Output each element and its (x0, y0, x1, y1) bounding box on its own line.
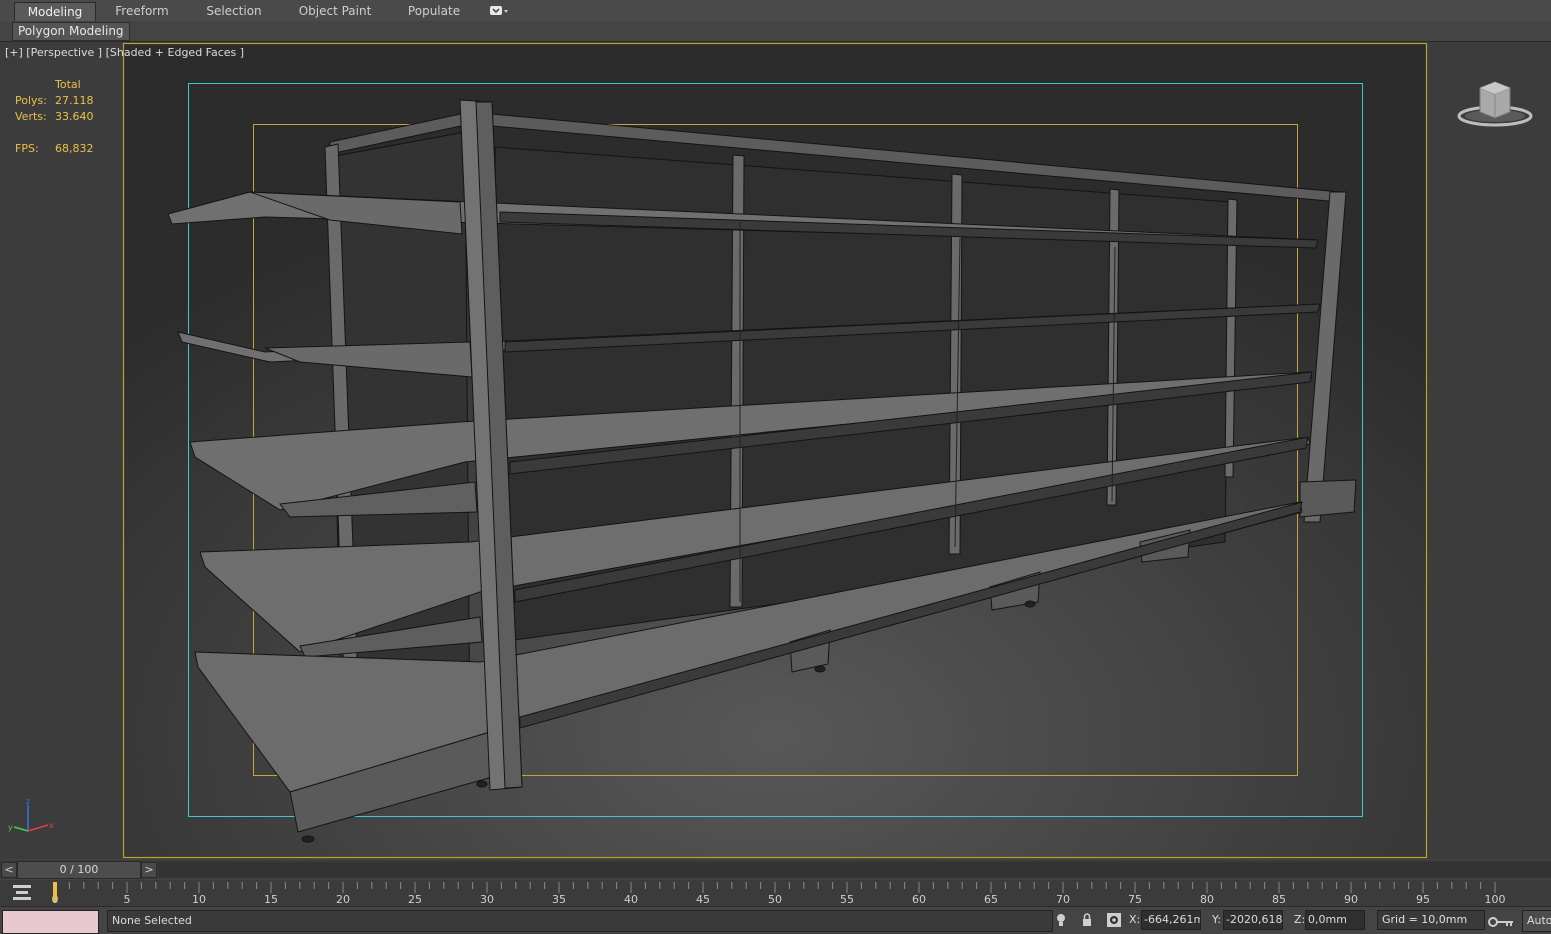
trackbar-tick-label: 65 (984, 893, 998, 906)
auto-key-button[interactable]: Auto (1522, 910, 1551, 932)
trackbar-tick-label: 50 (768, 893, 782, 906)
status-bar: None Selected X: -664,261mm Y: -2020,618… (0, 906, 1551, 934)
time-slider-track[interactable] (158, 862, 1551, 877)
viewport-label[interactable]: [+] [Perspective ] [Shaded + Edged Faces… (5, 46, 244, 59)
stats-verts-value: 33.640 (55, 110, 94, 123)
time-slider[interactable]: < 0 / 100 > (0, 860, 1551, 879)
time-next-button[interactable]: > (141, 862, 157, 878)
tab-freeform[interactable]: Freeform (103, 2, 181, 20)
current-frame-marker[interactable] (53, 882, 57, 902)
trackbar-tick-label: 90 (1344, 893, 1358, 906)
filter-keys-icon[interactable] (11, 883, 33, 903)
trackbar-tick-label: 80 (1200, 893, 1214, 906)
trackbar-tick-label: 35 (552, 893, 566, 906)
trackbar-tick-label: 10 (192, 893, 206, 906)
tab-populate[interactable]: Populate (401, 2, 467, 20)
set-key-icon[interactable] (1487, 915, 1515, 929)
trackbar-tick-label: 95 (1416, 893, 1430, 906)
tab-modeling[interactable]: Modeling (14, 2, 96, 21)
axis-tripod-icon: z x y (8, 797, 54, 832)
stats-polys-label: Polys: (15, 94, 47, 107)
lock-icon[interactable] (1081, 912, 1093, 928)
x-label: X: (1129, 913, 1141, 926)
svg-text:z: z (26, 797, 30, 806)
trackbar-tick-label: 70 (1056, 893, 1070, 906)
ribbon-tab-bar: Modeling Freeform Selection Object Paint… (0, 0, 1551, 22)
scene-render (0, 42, 1551, 859)
trackbar[interactable]: 0510152025303540455055606570758085909510… (0, 880, 1551, 906)
time-slider-thumb[interactable]: 0 / 100 (17, 861, 141, 879)
trackbar-tick-label: 100 (1485, 893, 1506, 906)
transform-mode-icon[interactable] (1106, 912, 1122, 928)
time-prev-button[interactable]: < (1, 862, 17, 878)
stats-verts-label: Verts: (15, 110, 47, 123)
selection-status: None Selected (107, 910, 1053, 932)
x-coordinate-field[interactable]: -664,261mm (1141, 910, 1201, 930)
svg-text:y: y (8, 823, 13, 832)
tab-selection[interactable]: Selection (196, 2, 272, 20)
viewcube-icon[interactable] (1455, 74, 1535, 134)
perspective-viewport[interactable]: [+] [Perspective ] [Shaded + Edged Faces… (0, 42, 1551, 859)
stats-polys-value: 27.118 (55, 94, 94, 107)
svg-text:x: x (49, 821, 54, 830)
grid-spacing: Grid = 10,0mm (1377, 910, 1485, 930)
trackbar-tick-label: 40 (624, 893, 638, 906)
trackbar-tick-label: 5 (124, 893, 131, 906)
trackbar-tick-label: 45 (696, 893, 710, 906)
tab-object-paint[interactable]: Object Paint (292, 2, 378, 20)
trackbar-tick-label: 55 (840, 893, 854, 906)
ribbon-panel-bar (0, 21, 1551, 41)
trackbar-tick-label: 60 (912, 893, 926, 906)
stats-fps-value: 68,832 (55, 142, 94, 155)
isolate-bulb-icon[interactable] (1055, 912, 1067, 928)
trackbar-tick-label: 85 (1272, 893, 1286, 906)
trackbar-ruler[interactable]: 0510152025303540455055606570758085909510… (40, 880, 1551, 906)
z-label: Z: (1294, 913, 1306, 926)
trackbar-tick-label: 15 (264, 893, 278, 906)
trackbar-tick-label: 25 (408, 893, 422, 906)
trackbar-tick-label: 20 (336, 893, 350, 906)
trackbar-tick-label: 75 (1128, 893, 1142, 906)
trackbar-tick-label: 30 (480, 893, 494, 906)
stats-header: Total (55, 78, 81, 91)
stats-fps-label: FPS: (15, 142, 39, 155)
ribbon-options-icon[interactable] (489, 5, 509, 17)
polygon-modeling-panel[interactable]: Polygon Modeling (12, 22, 130, 41)
z-coordinate-field[interactable]: 0,0mm (1305, 910, 1365, 930)
y-coordinate-field[interactable]: -2020,618mm (1223, 910, 1283, 930)
maxscript-listener-swatch[interactable] (2, 910, 99, 934)
y-label: Y: (1212, 913, 1221, 926)
